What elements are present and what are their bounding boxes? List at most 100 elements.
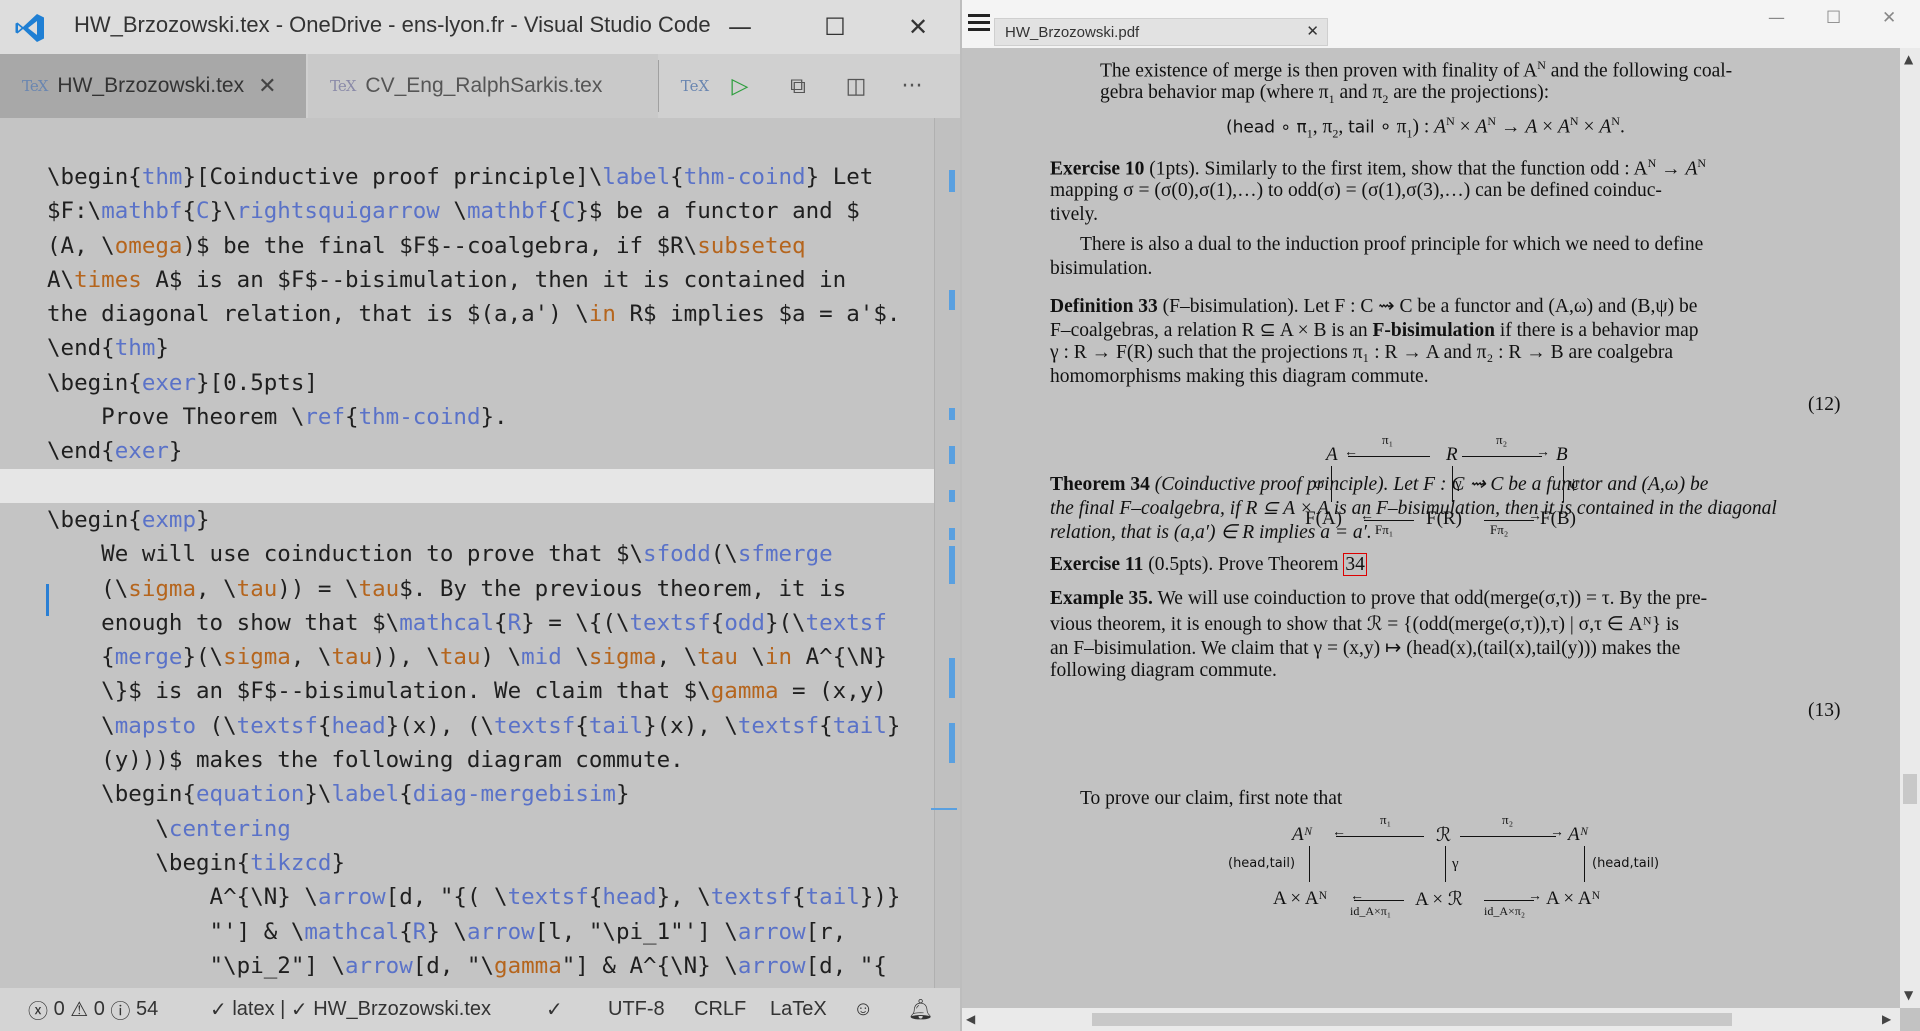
- code-line[interactable]: $F:\mathbf{C}\rightsquigarrow \mathbf{C}…: [47, 194, 927, 228]
- pdf-title-bar: HW_Brzozowski.pdf ✕ — ☐ ✕: [962, 0, 1920, 48]
- code-line[interactable]: "\pi_2"] \arrow[d, "\gamma"] & A^{\N} \a…: [47, 949, 927, 983]
- text-cursor: [46, 584, 49, 616]
- scroll-position-marker: [931, 808, 957, 810]
- build-latex-icon[interactable]: TeX: [673, 54, 717, 118]
- code-line[interactable]: (y)))$ makes the following diagram commu…: [47, 743, 927, 777]
- code-line[interactable]: "'] & \mathcal{R} \arrow[l, "\pi_1"'] \a…: [47, 915, 927, 949]
- code-lines[interactable]: \begin{thm}[Coinductive proof principle]…: [0, 160, 935, 983]
- pdf-text: tively.: [1050, 204, 1099, 225]
- check-icon: ✓: [290, 999, 314, 1021]
- pdf-text: Definition 33 (F–bisimulation). Let F : …: [1050, 296, 1698, 317]
- pdf-text: There is also a dual to the induction pr…: [1080, 234, 1704, 255]
- code-line[interactable]: Prove Theorem \ref{thm-coind}.: [47, 400, 927, 434]
- code-line[interactable]: enough to show that $\mathcal{R} = \{(\t…: [47, 606, 927, 640]
- pdf-equation: (head ∘ π1, π2, tail ∘ π1) : AN × AN → A…: [1226, 114, 1625, 141]
- scroll-down-icon[interactable]: ▼: [1904, 988, 1913, 1002]
- sync-check-icon[interactable]: ✓: [546, 988, 563, 1031]
- notifications-bell-icon[interactable]: 🔔︎: [908, 988, 933, 1031]
- minimize-button[interactable]: —: [1768, 8, 1785, 28]
- window-title: HW_Brzozowski.tex - OneDrive - ens-lyon.…: [74, 12, 711, 37]
- pdf-text: bisimulation.: [1050, 258, 1153, 279]
- code-line[interactable]: \}$ is an $F$--bisimulation. We claim th…: [47, 674, 927, 708]
- vertical-scrollbar[interactable]: ▲ ▼: [1900, 48, 1920, 1008]
- code-line[interactable]: \end{thm}: [47, 331, 927, 365]
- warning-icon: ⚠: [64, 999, 94, 1021]
- maximize-button[interactable]: ☐: [1826, 8, 1841, 28]
- code-line[interactable]: \begin{tikzcd}: [47, 846, 927, 880]
- pdf-tab-label: HW_Brzozowski.pdf: [1005, 23, 1140, 41]
- pdf-text: vious theorem, it is enough to show that…: [1050, 614, 1679, 635]
- code-line[interactable]: (\sigma, \tau)) = \tau$. By the previous…: [47, 572, 927, 606]
- code-line[interactable]: \begin{exer}[0.5pts]: [47, 366, 927, 400]
- code-editor[interactable]: \begin{thm}[Coinductive proof principle]…: [0, 118, 960, 988]
- run-icon[interactable]: ▷: [718, 54, 762, 118]
- pdf-text: Exercise 11 (0.5pts). Prove Theorem 34: [1050, 553, 1367, 576]
- editor-tabs: TeX HW_Brzozowski.tex ✕ TeX CV_Eng_Ralph…: [0, 54, 960, 118]
- pdf-tab[interactable]: HW_Brzozowski.pdf ✕: [994, 18, 1328, 46]
- code-line[interactable]: \begin{exmp}: [47, 503, 927, 537]
- close-button[interactable]: ✕: [878, 0, 958, 54]
- code-line[interactable]: the diagonal relation, that is $(a,a') \…: [47, 297, 927, 331]
- pdf-text: γ : R → F(R) such that the projections π…: [1050, 342, 1674, 363]
- pdf-text: homomorphisms making this diagram commut…: [1050, 366, 1429, 387]
- scroll-right-icon[interactable]: ▶: [1882, 1012, 1891, 1026]
- code-line[interactable]: \mapsto (\textsf{head}(x), (\textsf{tail…: [47, 709, 927, 743]
- close-tab-icon[interactable]: ✕: [1306, 22, 1319, 40]
- code-line[interactable]: (A, \omega)$ be the final $F$--coalgebra…: [47, 229, 927, 263]
- overview-marker: [949, 490, 955, 502]
- code-line[interactable]: \begin{equation}\label{diag-mergebisim}: [47, 777, 927, 811]
- tab-label: HW_Brzozowski.tex: [57, 74, 245, 97]
- horizontal-scrollbar[interactable]: ◀ ▶: [962, 1008, 1900, 1031]
- language-status[interactable]: LaTeX: [770, 988, 827, 1031]
- code-line[interactable]: \end{exer}: [47, 434, 927, 468]
- scrollbar-overview[interactable]: [931, 118, 960, 988]
- overview-marker: [949, 546, 955, 584]
- problems-indicator[interactable]: ⓧ 0 ⚠ 0 ⓘ 54: [28, 988, 158, 1031]
- scroll-left-icon[interactable]: ◀: [966, 1012, 975, 1026]
- maximize-button[interactable]: ☐: [795, 0, 875, 54]
- close-button[interactable]: ✕: [1882, 8, 1896, 28]
- code-line[interactable]: We will use coinduction to prove that $\…: [47, 537, 927, 571]
- scroll-thumb[interactable]: [1903, 774, 1917, 804]
- pdf-text: To prove our claim, first note that: [1080, 788, 1343, 809]
- minimize-button[interactable]: —: [700, 0, 780, 54]
- info-icon: ⓘ: [104, 1001, 136, 1023]
- pdf-text: following diagram commute.: [1050, 660, 1277, 681]
- error-icon: ⓧ: [28, 1001, 54, 1023]
- preview-icon[interactable]: ⧉: [776, 54, 820, 118]
- code-line[interactable]: [0, 468, 935, 503]
- encoding-status[interactable]: UTF-8: [608, 988, 665, 1031]
- vscode-window: HW_Brzozowski.tex - OneDrive - ens-lyon.…: [0, 0, 960, 1031]
- close-tab-icon[interactable]: ✕: [258, 73, 276, 99]
- tab-hw-brzozowski[interactable]: TeX HW_Brzozowski.tex ✕: [0, 54, 306, 118]
- pdf-text: Exercise 10 (1pts). Similarly to the fir…: [1050, 156, 1707, 180]
- code-line[interactable]: A^{\N} \arrow[d, "{( \textsf{head}, \tex…: [47, 880, 927, 914]
- pdf-text: gebra behavior map (where π1 and π2 are …: [1100, 82, 1550, 106]
- pdf-page[interactable]: The existence of merge is then proven wi…: [962, 48, 1900, 1008]
- code-line[interactable]: {merge}(\sigma, \tau)), \tau) \mid \sigm…: [47, 640, 927, 674]
- pdf-text: Example 35. We will use coinduction to p…: [1050, 588, 1708, 609]
- overview-marker: [949, 290, 955, 310]
- overview-marker: [949, 658, 955, 698]
- pdf-text: the final F–coalgebra, if R ⊆ A × A is a…: [1050, 498, 1777, 519]
- equation-number: (12): [1808, 394, 1841, 415]
- code-line[interactable]: A\times A$ is an $F$--bisimulation, then…: [47, 263, 927, 297]
- hamburger-menu-icon[interactable]: [968, 14, 990, 34]
- latex-status[interactable]: ✓ latex | ✓ HW_Brzozowski.tex: [210, 988, 491, 1031]
- feedback-icon[interactable]: ☺: [853, 988, 873, 1031]
- pdf-text: mapping σ = (σ(0),σ(1),…) to odd(σ) = (σ…: [1050, 180, 1662, 201]
- tab-divider: [658, 60, 659, 112]
- eol-status[interactable]: CRLF: [694, 988, 746, 1031]
- code-line[interactable]: \begin{thm}[Coinductive proof principle]…: [47, 160, 927, 194]
- status-bar: ⓧ 0 ⚠ 0 ⓘ 54 ✓ latex | ✓ HW_Brzozowski.t…: [0, 988, 960, 1031]
- theorem-reference-link[interactable]: 34: [1343, 553, 1367, 576]
- tab-cv-eng[interactable]: TeX CV_Eng_RalphSarkis.tex: [308, 54, 658, 118]
- scroll-thumb[interactable]: [1092, 1013, 1732, 1026]
- code-line[interactable]: \centering: [47, 812, 927, 846]
- pdf-text: F–coalgebras, a relation R ⊆ A × B is an…: [1050, 320, 1699, 341]
- equation-number: (13): [1808, 700, 1841, 721]
- overview-marker: [949, 528, 955, 540]
- more-actions-icon[interactable]: ···: [890, 54, 934, 118]
- split-editor-icon[interactable]: ◫: [834, 54, 878, 118]
- scroll-up-icon[interactable]: ▲: [1904, 52, 1913, 66]
